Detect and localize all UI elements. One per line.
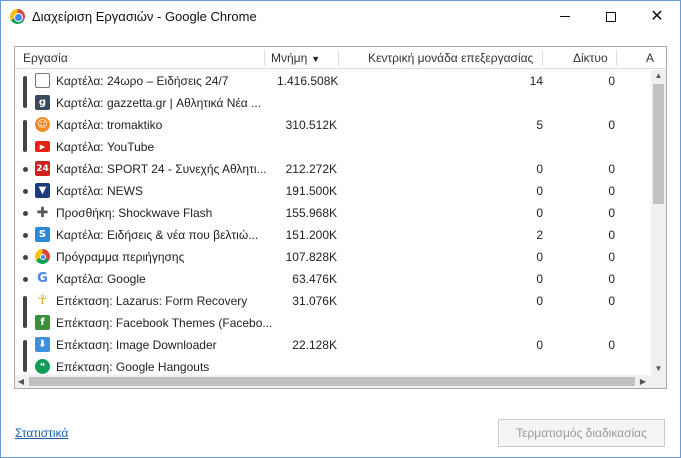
table-row[interactable]: ▶ Καρτέλα: YouTube [15,136,652,158]
tromaktiko-icon: ☺ [35,117,50,132]
column-header-memory[interactable]: Μνήμη ▼ [271,47,320,69]
column-header-network[interactable]: Δίκτυο [573,47,608,69]
scrollbar-corner [651,375,666,388]
google-icon: G [35,271,50,286]
table-header: Εργασία Μνήμη ▼ Κεντρική μονάδα επεξεργασ… [15,47,666,69]
sort-descending-icon: ▼ [311,54,321,64]
process-dot [23,255,28,260]
table-row[interactable]: g Καρτέλα: gazzetta.gr | Αθλητικά Νέα ..… [15,92,652,114]
table-row[interactable]: 24 Καρτέλα: SPORT 24 - Συνεχής Αθλητι...… [15,158,652,180]
statistics-link[interactable]: Στατιστικά [15,426,68,440]
facebook-icon: f [35,315,50,330]
task-table: Εργασία Μνήμη ▼ Κεντρική μονάδα επεξεργασ… [14,46,667,389]
chrome-logo-icon [10,9,25,24]
column-divider[interactable] [264,50,265,66]
column-header-cpu[interactable]: Κεντρική μονάδα επεξεργασίας [368,47,533,69]
table-row[interactable]: S Καρτέλα: Ειδήσεις & νέα που βελτιώ... … [15,224,652,246]
scroll-left-icon[interactable]: ◀ [15,375,27,388]
process-dot [23,211,28,216]
maximize-button[interactable] [588,1,634,32]
task-rows: Καρτέλα: 24ωρο – Ειδήσεις 24/7 1.416.508… [15,70,652,375]
table-row[interactable]: ❝ Επέκταση: Google Hangouts [15,356,652,375]
process-dot [23,233,28,238]
vertical-scrollbar[interactable]: ▲ ▼ [651,70,666,375]
end-process-button[interactable]: Τερματισμός διαδικασίας [498,419,665,447]
download-icon: ⬇ [35,337,50,352]
table-row[interactable]: Καρτέλα: 24ωρο – Ειδήσεις 24/7 1.416.508… [15,70,652,92]
task-manager-window: Διαχείριση Εργασιών - Google Chrome ✕ Ερ… [0,0,681,458]
chrome-icon [35,249,50,264]
minimize-icon [560,16,570,17]
table-row[interactable]: ☥ Επέκταση: Lazarus: Form Recovery 31.07… [15,290,652,312]
horizontal-scrollbar[interactable]: ◀ ▶ [15,375,651,388]
table-row[interactable]: ⬇ Επέκταση: Image Downloader 22.128K 0 0 [15,334,652,356]
horizontal-scroll-thumb[interactable] [29,377,635,386]
table-row[interactable]: ✚ Προσθήκη: Shockwave Flash 155.968K 0 0 [15,202,652,224]
maximize-icon [606,11,616,22]
column-header-extra[interactable]: A [646,47,654,69]
table-row[interactable]: ▼ Καρτέλα: NEWS 191.500K 0 0 [15,180,652,202]
process-dot [23,189,28,194]
table-row[interactable]: G Καρτέλα: Google 63.476K 0 0 [15,268,652,290]
hangouts-icon: ❝ [35,359,50,374]
gazzetta-icon: g [35,95,50,110]
scroll-down-icon[interactable]: ▼ [651,363,666,375]
column-divider[interactable] [542,50,543,66]
youtube-icon: ▶ [35,141,50,152]
column-divider[interactable] [616,50,617,66]
vertical-scroll-thumb[interactable] [653,84,664,204]
news-s-icon: S [35,227,50,242]
column-header-task[interactable]: Εργασία [23,47,68,69]
scroll-up-icon[interactable]: ▲ [651,70,666,82]
column-divider[interactable] [338,50,339,66]
process-dot [23,277,28,282]
close-icon: ✕ [650,7,664,25]
puzzle-icon: ✚ [36,204,49,221]
window-title: Διαχείριση Εργασιών - Google Chrome [32,9,257,24]
minimize-button[interactable] [542,1,588,32]
close-button[interactable]: ✕ [634,1,680,32]
title-bar[interactable]: Διαχείριση Εργασιών - Google Chrome ✕ [1,1,680,32]
process-dot [23,167,28,172]
lazarus-icon: ☥ [37,293,48,308]
news-icon: ▼ [35,183,50,198]
table-row[interactable]: Πρόγραμμα περιήγησης 107.828K 0 0 [15,246,652,268]
table-row[interactable]: ☺ Καρτέλα: tromaktiko 310.512K 5 0 [15,114,652,136]
document-icon [35,73,50,88]
table-row[interactable]: f Επέκταση: Facebook Themes (Facebo... [15,312,652,334]
sport24-icon: 24 [35,161,50,176]
scroll-right-icon[interactable]: ▶ [637,375,649,388]
